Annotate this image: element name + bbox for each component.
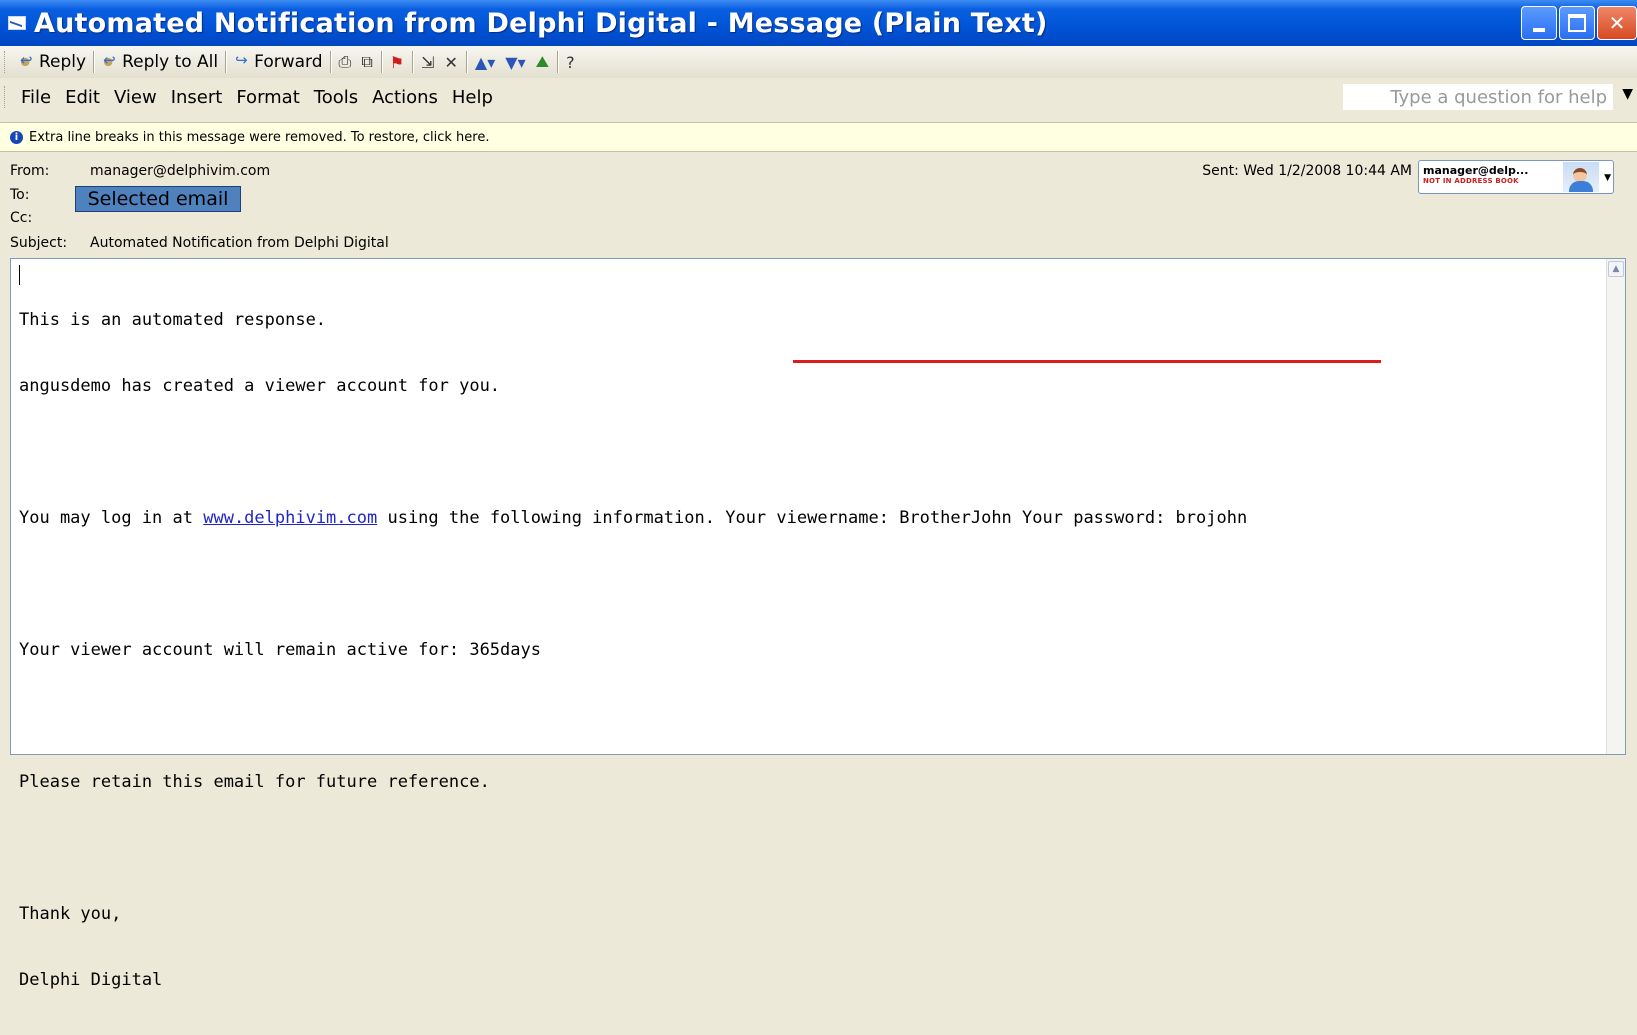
restore-button[interactable] (1559, 6, 1595, 40)
body-line-blank (19, 837, 1247, 859)
credentials-highlight-underline (793, 360, 1381, 363)
copy-icon[interactable]: ⧉ (356, 52, 377, 72)
reply-button[interactable]: Reply (14, 49, 90, 75)
previous-item-icon[interactable]: ▲▾ (470, 53, 500, 72)
avatar-body (1569, 181, 1593, 192)
chevron-down-icon[interactable]: ▼ (1604, 173, 1611, 183)
menu-grip[interactable] (4, 86, 8, 108)
minimize-icon (1533, 28, 1545, 32)
standard-toolbar: Reply Reply to All Forward ⎙ ⧉ ⚑ ⇲ ✕ ▲▾ … (0, 46, 1637, 78)
body-line-blank (19, 441, 1247, 463)
body-line: You may log in at www.delphivim.com usin… (19, 507, 1247, 529)
menu-bar: File Edit View Insert Format Tools Actio… (0, 78, 1637, 116)
menu-tools[interactable]: Tools (307, 87, 365, 108)
window-controls: ✕ (1521, 6, 1637, 40)
vertical-scrollbar[interactable]: ▲ (1606, 259, 1625, 754)
message-body[interactable]: This is an automated response. angusdemo… (10, 258, 1626, 990)
selected-email-tag: Selected email (75, 186, 241, 212)
body-line-blank (19, 705, 1247, 727)
contact-card-text: manager@delp... NOT IN ADDRESS BOOK (1419, 161, 1563, 193)
sent-date: Sent: Wed 1/2/2008 10:44 AM (1202, 163, 1412, 179)
to-label: To: (10, 187, 30, 203)
info-bar[interactable]: i Extra line breaks in this message were… (0, 122, 1637, 152)
chevron-down-icon[interactable]: ▼ (1622, 86, 1633, 102)
next-item-icon[interactable]: ▼▾ (500, 53, 530, 72)
menu-format[interactable]: Format (229, 87, 306, 108)
body-line: Your viewer account will remain active f… (19, 640, 541, 660)
info-bar-text: Extra line breaks in this message were r… (29, 129, 490, 145)
toolbar-separator (557, 51, 559, 73)
flag-icon[interactable]: ⚑ (385, 53, 409, 72)
body-line: This is an automated response. (19, 310, 327, 330)
toolbar-separator (329, 51, 331, 73)
close-button[interactable]: ✕ (1597, 6, 1637, 40)
subject-value: Automated Notification from Delphi Digit… (90, 235, 389, 251)
from-label: From: (10, 163, 50, 179)
restore-icon (1568, 14, 1586, 32)
forward-button[interactable]: Forward (229, 49, 326, 75)
body-line: Please retain this email for future refe… (19, 772, 490, 792)
scroll-up-button[interactable]: ▲ (1608, 261, 1624, 277)
cc-label: Cc: (10, 210, 33, 226)
subject-label: Subject: (10, 235, 68, 251)
menu-actions[interactable]: Actions (365, 87, 445, 108)
toolbar-separator (225, 51, 227, 73)
body-text-prefix: You may log in at (19, 508, 204, 528)
delete-icon[interactable]: ✕ (440, 53, 463, 72)
envelope-icon (8, 16, 26, 30)
menu-help[interactable]: Help (445, 87, 500, 108)
menu-insert[interactable]: Insert (164, 87, 230, 108)
toolbar-separator (93, 51, 95, 73)
forward-label: Forward (254, 52, 323, 72)
contact-name: manager@delp... (1423, 164, 1529, 177)
print-icon[interactable]: ⎙ (334, 52, 357, 72)
body-line: angusdemo has created a viewer account f… (19, 376, 501, 396)
menu-file[interactable]: File (14, 87, 58, 108)
title-bar: Automated Notification from Delphi Digit… (0, 0, 1637, 46)
minimize-button[interactable] (1521, 6, 1557, 40)
body-line: Thank you, (19, 904, 122, 924)
help-search-input[interactable]: Type a question for help (1343, 84, 1613, 110)
reply-all-icon (101, 51, 120, 70)
close-icon: ✕ (1608, 11, 1626, 35)
body-line: Delphi Digital (19, 970, 163, 990)
move-to-folder-icon[interactable]: ⇲ (416, 53, 439, 72)
contact-status: NOT IN ADDRESS BOOK (1423, 177, 1519, 185)
body-line-blank (19, 573, 1247, 595)
menu-edit[interactable]: Edit (58, 87, 107, 108)
forward-icon (233, 51, 251, 70)
reply-icon (18, 51, 36, 70)
window-title: Automated Notification from Delphi Digit… (34, 7, 1048, 39)
toolbar-separator (412, 51, 414, 73)
contact-card[interactable]: manager@delp... NOT IN ADDRESS BOOK ▼ (1418, 160, 1614, 194)
toolbar-grip[interactable] (4, 51, 8, 73)
message-body-text: This is an automated response. angusdemo… (19, 265, 1247, 1035)
menu-view[interactable]: View (107, 87, 164, 108)
info-icon: i (10, 130, 23, 144)
avatar (1563, 162, 1599, 192)
body-text-suffix: using the following information. Your vi… (377, 508, 1248, 528)
website-link[interactable]: www.delphivim.com (203, 508, 377, 528)
reply-label: Reply (39, 52, 87, 72)
reply-all-button[interactable]: Reply to All (97, 49, 222, 75)
help-icon[interactable]: ? (561, 53, 580, 72)
from-value[interactable]: manager@delphivim.com (90, 163, 270, 179)
toolbar-separator (380, 51, 382, 73)
reply-all-label: Reply to All (122, 52, 219, 72)
avatar-head (1573, 168, 1587, 182)
toolbar-separator (465, 51, 467, 73)
address-book-icon[interactable]: ⛰ (531, 52, 554, 72)
